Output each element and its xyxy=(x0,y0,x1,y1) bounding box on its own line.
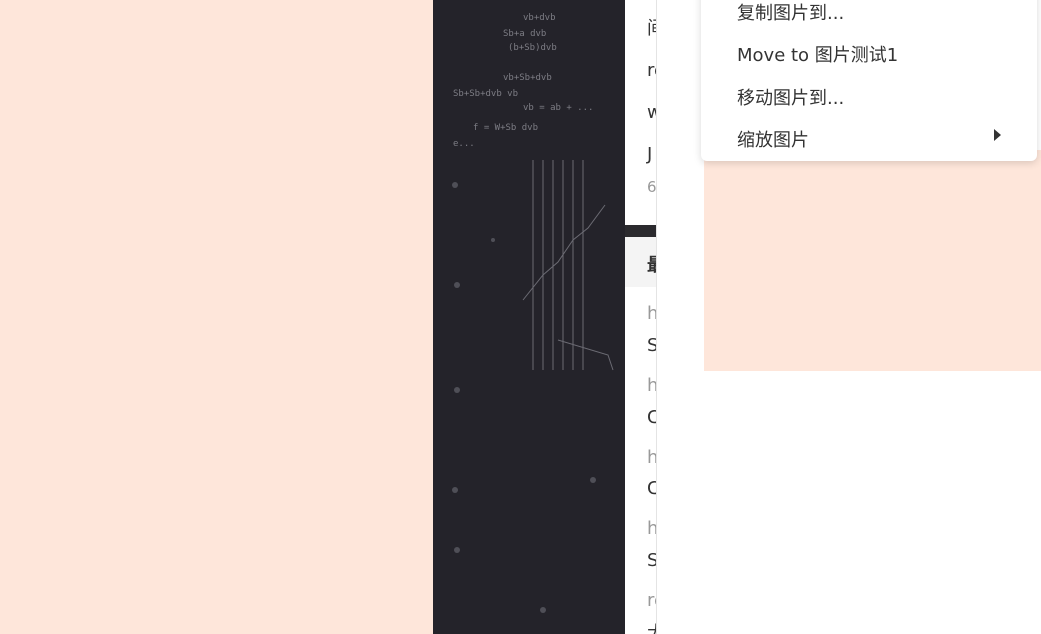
chalkboard-drawing: vb+dvb Sb+a dvb (b+Sb)dvb vb+Sb+dvb Sb+S… xyxy=(452,13,614,613)
context-menu: 复制图片到... Move to 图片测试1 移动图片到... 缩放图片 xyxy=(701,0,1037,161)
recent-header-title: 最 xyxy=(647,251,656,277)
svg-text:vb+dvb: vb+dvb xyxy=(523,13,556,23)
image-preview-area xyxy=(704,150,1041,371)
recent-card: 最 h S h C h C h S re 大 xyxy=(625,237,656,634)
recent-item-title[interactable]: C xyxy=(647,407,656,428)
svg-text:f = W+Sb dvb: f = W+Sb dvb xyxy=(473,123,538,133)
submenu-arrow-icon xyxy=(994,129,1001,141)
menu-item-copy-image-to[interactable]: 复制图片到... xyxy=(737,0,844,25)
svg-text:vb+Sb+dvb: vb+Sb+dvb xyxy=(503,73,552,83)
recent-header: 最 xyxy=(625,237,656,287)
menu-item-move-image-to[interactable]: 移动图片到... xyxy=(737,84,844,110)
chalkboard-image[interactable]: vb+dvb Sb+a dvb (b+Sb)dvb vb+Sb+dvb Sb+S… xyxy=(433,0,625,634)
divider-bar xyxy=(625,225,656,237)
recent-item-url[interactable]: h xyxy=(647,375,656,396)
screen: vb+dvb Sb+a dvb (b+Sb)dvb vb+Sb+dvb Sb+S… xyxy=(0,0,1041,634)
svg-text:e...: e... xyxy=(453,139,475,149)
svg-text:vb = ab + ...: vb = ab + ... xyxy=(523,103,593,113)
menu-item-zoom-image[interactable]: 缩放图片 xyxy=(737,126,809,152)
recent-item-url[interactable]: h xyxy=(647,518,656,539)
recent-item-title[interactable]: C xyxy=(647,478,656,499)
recent-item-title[interactable]: S xyxy=(647,335,656,356)
svg-text:Sb+Sb+dvb vb: Sb+Sb+dvb vb xyxy=(453,89,518,99)
recent-item-title[interactable]: S xyxy=(647,550,656,571)
recent-item-url[interactable]: re xyxy=(647,590,656,611)
menu-item-move-to-folder[interactable]: Move to 图片测试1 xyxy=(737,41,898,67)
recent-item-url[interactable]: h xyxy=(647,303,656,324)
recent-item-title[interactable]: 大 xyxy=(647,619,656,634)
info-row: J xyxy=(647,144,653,165)
recent-item-url[interactable]: h xyxy=(647,447,656,468)
svg-text:Sb+a dvb: Sb+a dvb xyxy=(503,29,546,39)
svg-text:(b+Sb)dvb: (b+Sb)dvb xyxy=(508,43,557,53)
